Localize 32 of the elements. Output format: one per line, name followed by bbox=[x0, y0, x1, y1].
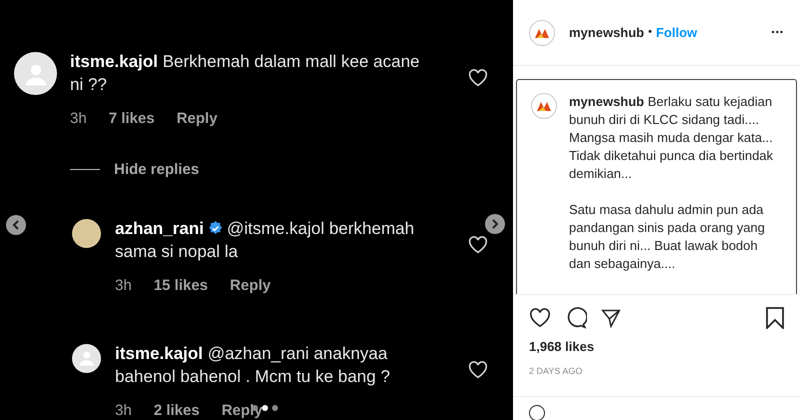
comment-text: itsme.kajol @azhan_rani anaknyaa bahenol bahenol . Mcm tu ke bang ? bbox=[115, 342, 392, 388]
caption-text: mynewshub Berlaku satu kejadian bunuh diri di KLCC sidang tadi.... Mangsa masih muda dengar kata... Tidak diketahui punca dia bertindak demikian... bbox=[569, 93, 774, 183]
comment-text: azhan_rani @itsme.kajol berkhemah sama si nopal la bbox=[115, 218, 416, 263]
reply-button[interactable]: Reply bbox=[176, 108, 218, 130]
hide-replies-button[interactable]: Hide replies bbox=[114, 158, 200, 181]
account-logo-icon[interactable] bbox=[531, 93, 557, 119]
next-button[interactable] bbox=[485, 214, 505, 234]
comment-time: 3h bbox=[115, 400, 132, 420]
heart-icon[interactable] bbox=[529, 308, 551, 328]
account-name[interactable]: mynewshub bbox=[569, 22, 644, 42]
divider-line bbox=[70, 169, 100, 170]
comment-time: 3h bbox=[70, 109, 87, 129]
previous-button[interactable] bbox=[6, 215, 26, 235]
likes-count[interactable]: 15 likes bbox=[154, 275, 208, 298]
comment-time: 3h bbox=[115, 276, 132, 296]
reply-button[interactable]: Reply bbox=[230, 275, 271, 298]
account-logo-icon[interactable] bbox=[529, 20, 555, 46]
likes-count[interactable]: 2 likes bbox=[154, 400, 200, 420]
chevron-left-icon bbox=[12, 220, 20, 230]
separator: • bbox=[648, 25, 652, 40]
send-icon[interactable] bbox=[601, 308, 621, 328]
likes-count: 1,968 likes bbox=[529, 338, 596, 356]
likes-count[interactable]: 7 likes bbox=[108, 108, 155, 130]
bookmark-icon[interactable] bbox=[766, 307, 784, 329]
post-date: 2 DAYS AGO bbox=[529, 364, 584, 378]
avatar-icon bbox=[529, 405, 545, 420]
reply-button[interactable]: Reply bbox=[222, 400, 262, 420]
chevron-right-icon bbox=[491, 219, 499, 229]
comment-text: itsme.kajol Berkhemah dalam mall kee acane ni ?? bbox=[70, 51, 420, 96]
more-options-button[interactable]: ••• bbox=[772, 26, 784, 40]
caption-text: Satu masa dahulu admin pun ada pandangan sinis pada orang yang bunuh diri ni... Buat lawak bodoh dan sebagainya.... bbox=[569, 201, 766, 273]
comment-icon[interactable] bbox=[565, 307, 587, 329]
